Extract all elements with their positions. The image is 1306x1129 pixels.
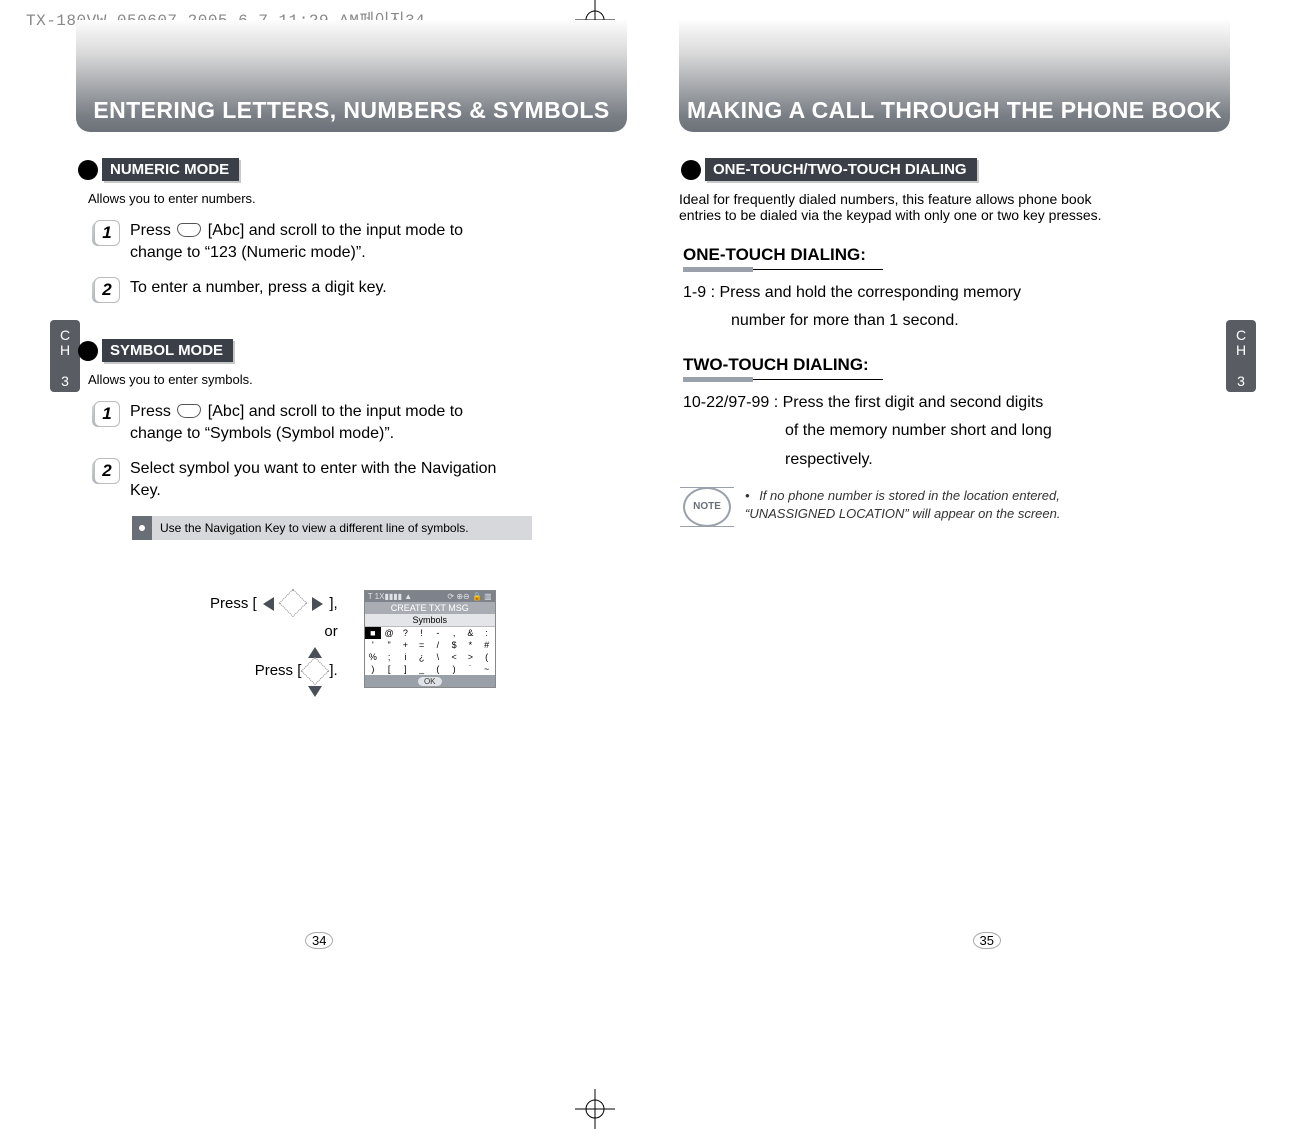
page-title-bar-left: ENTERING LETTERS, NUMBERS & SYMBOLS	[76, 20, 627, 132]
arrow-up-icon	[308, 647, 322, 658]
step-number-icon: 2	[92, 277, 120, 305]
section-heading-numeric: NUMERIC MODE	[78, 158, 633, 181]
softkey-icon	[177, 223, 201, 237]
step-number-icon: 1	[92, 401, 120, 429]
page-title-bar-right: MAKING A CALL THROUGH THE PHONE BOOK	[679, 20, 1230, 132]
status-icons-left: T 1X▮▮▮▮ ▲	[368, 592, 413, 601]
bullet-dot-icon	[78, 160, 98, 180]
body-text: 1-9 : Press and hold the corresponding m…	[683, 282, 1236, 304]
heading-underline-icon	[683, 377, 883, 382]
note-text: • If no phone number is stored in the lo…	[745, 487, 1125, 522]
section-heading-symbol: SYMBOL MODE	[78, 339, 633, 362]
heading-underline-icon	[683, 267, 883, 272]
step-text: To enter a number, press a digit key.	[130, 277, 387, 299]
screen-tab: Symbols	[365, 614, 495, 627]
bullet-dot-icon	[78, 341, 98, 361]
note-badge-icon: NOTE	[683, 487, 731, 527]
screen-header: CREATE TXT MSG	[365, 602, 495, 614]
screen-softkey-bar: OK	[365, 675, 495, 687]
subheading-one-touch: ONE-TOUCH DIALING:	[683, 245, 1236, 265]
step-number-icon: 2	[92, 458, 120, 486]
body-text: 10-22/97-99 : Press the first digit and …	[683, 392, 1236, 414]
bullet-dot-icon	[681, 160, 701, 180]
body-text: of the memory number short and long	[785, 420, 1236, 442]
section-heading-label: ONE-TOUCH/TWO-TOUCH DIALING	[705, 158, 977, 181]
step-row: 1 Press [Abc] and scroll to the input mo…	[92, 401, 633, 444]
status-icons-right: ⟳ ⊕⊖ 🔒 ▥	[447, 592, 491, 601]
step-row: 2 To enter a number, press a digit key.	[92, 277, 633, 305]
press-row-2: Press [ ].	[210, 647, 338, 697]
page-title-right: MAKING A CALL THROUGH THE PHONE BOOK	[687, 97, 1222, 124]
page-title-left: ENTERING LETTERS, NUMBERS & SYMBOLS	[93, 97, 609, 124]
nav-key-icon	[279, 588, 307, 616]
note-callout: NOTE • If no phone number is stored in t…	[683, 487, 1236, 527]
phone-screen-mock: T 1X▮▮▮▮ ▲ ⟳ ⊕⊖ 🔒 ▥ CREATE TXT MSG Symbo…	[364, 590, 496, 688]
section-intro: Allows you to enter symbols.	[88, 372, 633, 387]
ok-softkey: OK	[418, 677, 442, 686]
registration-mark-bottom	[575, 1089, 615, 1129]
softkey-icon	[177, 404, 201, 418]
section-heading-label: SYMBOL MODE	[102, 339, 233, 362]
body-text: respectively.	[785, 449, 1236, 471]
body-text: number for more than 1 second.	[731, 310, 1236, 332]
section-heading-dialing: ONE-TOUCH/TWO-TOUCH DIALING	[681, 158, 1236, 181]
step-row: 2 Select symbol you want to enter with t…	[92, 458, 633, 501]
step-text: Press [Abc] and scroll to the input mode…	[130, 220, 510, 263]
subheading-two-touch: TWO-TOUCH DIALING:	[683, 355, 1236, 375]
note-bullet-icon: •	[745, 488, 750, 503]
tip-callout: Use the Navigation Key to view a differe…	[132, 516, 532, 540]
page-number-left: 34	[305, 932, 333, 949]
section-intro: Ideal for frequently dialed numbers, thi…	[679, 191, 1109, 223]
arrow-down-icon	[308, 686, 322, 697]
step-row: 1 Press [Abc] and scroll to the input mo…	[92, 220, 633, 263]
press-instructions: Press [ ], or Press [	[210, 590, 633, 697]
step-text: Press [Abc] and scroll to the input mode…	[130, 401, 510, 444]
nav-key-icon	[301, 656, 329, 684]
arrow-right-icon	[312, 597, 323, 611]
section-heading-label: NUMERIC MODE	[102, 158, 239, 181]
press-row-1: Press [ ],	[210, 590, 338, 619]
press-or: or	[210, 618, 338, 647]
section-intro: Allows you to enter numbers.	[88, 191, 633, 206]
symbol-grid: ■ @ ? ! - , & : ' " + = / $ *	[365, 627, 495, 675]
step-text: Select symbol you want to enter with the…	[130, 458, 510, 501]
step-number-icon: 1	[92, 220, 120, 248]
tip-bullet-icon	[132, 516, 152, 540]
tip-text: Use the Navigation Key to view a differe…	[152, 516, 477, 540]
arrow-left-icon	[263, 597, 274, 611]
page-number-right: 35	[973, 932, 1001, 949]
